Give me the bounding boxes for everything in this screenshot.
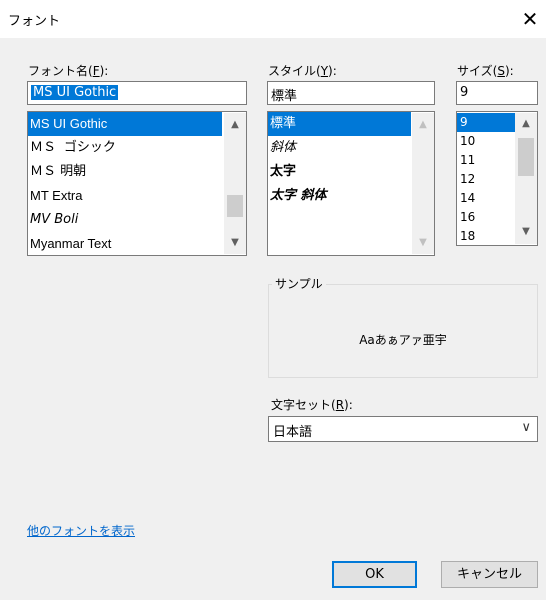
cancel-button[interactable]: キャンセル	[441, 561, 538, 588]
font-list-item[interactable]: MT Extra	[28, 184, 222, 208]
close-icon: ✕	[521, 7, 539, 31]
charset-label: 文字セット(R):	[271, 398, 353, 412]
style-list-item[interactable]: 標準	[268, 112, 411, 136]
size-list-item[interactable]: 16	[457, 208, 515, 227]
scroll-up-icon[interactable]: ▲	[224, 119, 246, 130]
font-list-item[interactable]: Myanmar Text	[28, 232, 222, 255]
style-list[interactable]: 標準 斜体 太字 太字 斜体 ▲ ▼	[267, 111, 435, 256]
charset-value: 日本語	[273, 425, 313, 440]
style-list-scrollbar: ▲ ▼	[412, 113, 434, 254]
size-list-item[interactable]: 10	[457, 132, 515, 151]
style-input[interactable]: 標準	[267, 81, 435, 105]
font-list-item[interactable]: ＭＳ ゴシック	[28, 136, 222, 160]
style-list-item[interactable]: 太字	[268, 160, 411, 184]
font-list-scrollbar[interactable]: ▲ ▼	[224, 113, 246, 254]
font-list-item[interactable]: MS UI Gothic	[28, 112, 222, 136]
font-name-value: MS UI Gothic	[31, 85, 119, 100]
close-button[interactable]: ✕	[515, 4, 545, 34]
size-value: 9	[460, 85, 469, 100]
style-list-item[interactable]: 斜体	[268, 136, 411, 160]
chevron-down-icon: ∨	[521, 420, 531, 435]
size-list-item[interactable]: 9	[457, 113, 515, 132]
scroll-down-icon[interactable]: ▼	[515, 226, 537, 237]
style-value: 標準	[271, 89, 298, 104]
scroll-thumb[interactable]	[518, 138, 534, 176]
sample-label: サンプル	[272, 275, 326, 292]
scroll-thumb[interactable]	[227, 195, 243, 217]
dialog-title: フォント	[8, 14, 61, 29]
size-input[interactable]: 9	[456, 81, 538, 105]
scroll-down-icon: ▼	[419, 237, 427, 248]
scroll-down-icon[interactable]: ▼	[224, 237, 246, 248]
style-list-item[interactable]: 太字 斜体	[268, 184, 411, 208]
size-list-item[interactable]: 12	[457, 170, 515, 189]
show-more-fonts-link[interactable]: 他のフォントを表示	[27, 522, 135, 539]
size-list-scrollbar[interactable]: ▲ ▼	[515, 113, 537, 244]
size-list[interactable]: 9 10 11 12 14 16 18 ▲ ▼	[456, 111, 538, 246]
font-list-item[interactable]: MV Boli	[28, 208, 222, 232]
size-label: サイズ(S):	[457, 64, 514, 78]
size-list-item[interactable]: 18	[457, 227, 515, 245]
scroll-up-icon: ▲	[419, 119, 427, 130]
font-list[interactable]: MS UI Gothic ＭＳ ゴシック ＭＳ 明朝 MT Extra MV B…	[27, 111, 247, 256]
font-name-label: フォント名(F):	[28, 64, 109, 78]
font-list-item[interactable]: ＭＳ 明朝	[28, 160, 222, 184]
scroll-up-icon[interactable]: ▲	[515, 118, 537, 129]
font-name-input[interactable]: MS UI Gothic	[27, 81, 247, 105]
charset-select[interactable]: 日本語 ∨	[268, 416, 538, 442]
title-bar	[0, 0, 546, 38]
size-list-item[interactable]: 11	[457, 151, 515, 170]
style-label: スタイル(Y):	[268, 64, 337, 78]
sample-text: Aaあぁアァ亜宇	[359, 333, 447, 347]
size-list-item[interactable]: 14	[457, 189, 515, 208]
ok-button[interactable]: OK	[332, 561, 417, 588]
